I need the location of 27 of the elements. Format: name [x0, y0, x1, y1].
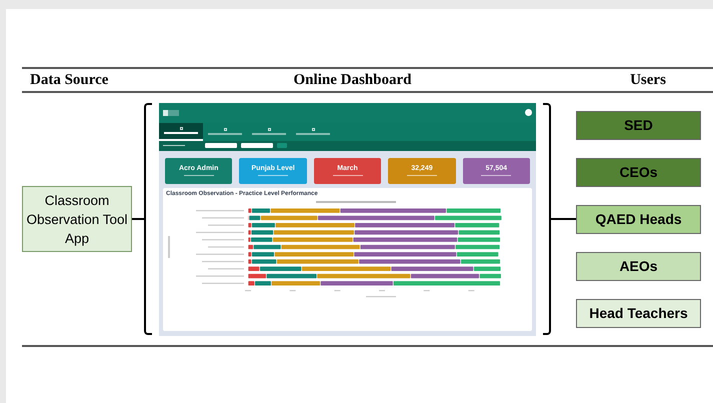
illegible-text-line — [208, 246, 244, 248]
column-heading: Online Dashboard — [294, 71, 412, 90]
column-heading: Users — [630, 71, 666, 90]
illegible-text-line — [202, 238, 244, 240]
illegible-text-line — [202, 282, 244, 284]
column-heading: Data Source — [29, 71, 108, 90]
illegible-text-line — [196, 275, 244, 276]
connector-line — [551, 218, 576, 220]
illegible-text-line — [168, 236, 170, 258]
user-box: SED — [576, 110, 701, 140]
connector-line — [132, 218, 144, 220]
illegible-text-line — [366, 296, 396, 297]
user-box: CEOs — [576, 158, 701, 186]
user-box: QAED Heads — [576, 204, 701, 234]
user-box: Head Teachers — [576, 298, 701, 328]
illegible-text-line — [196, 210, 244, 211]
illegible-text-line — [208, 224, 244, 226]
illegible-text-line — [202, 216, 244, 218]
source-box: Classroom Observation Tool App — [22, 186, 132, 252]
nav-tab[interactable] — [159, 122, 203, 140]
avatar-icon — [525, 109, 532, 116]
illegible-text-line — [196, 231, 244, 233]
logo-icon — [163, 110, 179, 116]
illegible-text-line — [202, 260, 244, 262]
user-box: AEOs — [576, 252, 701, 280]
illegible-text-line — [196, 253, 244, 254]
illegible-text-line — [208, 268, 244, 269]
